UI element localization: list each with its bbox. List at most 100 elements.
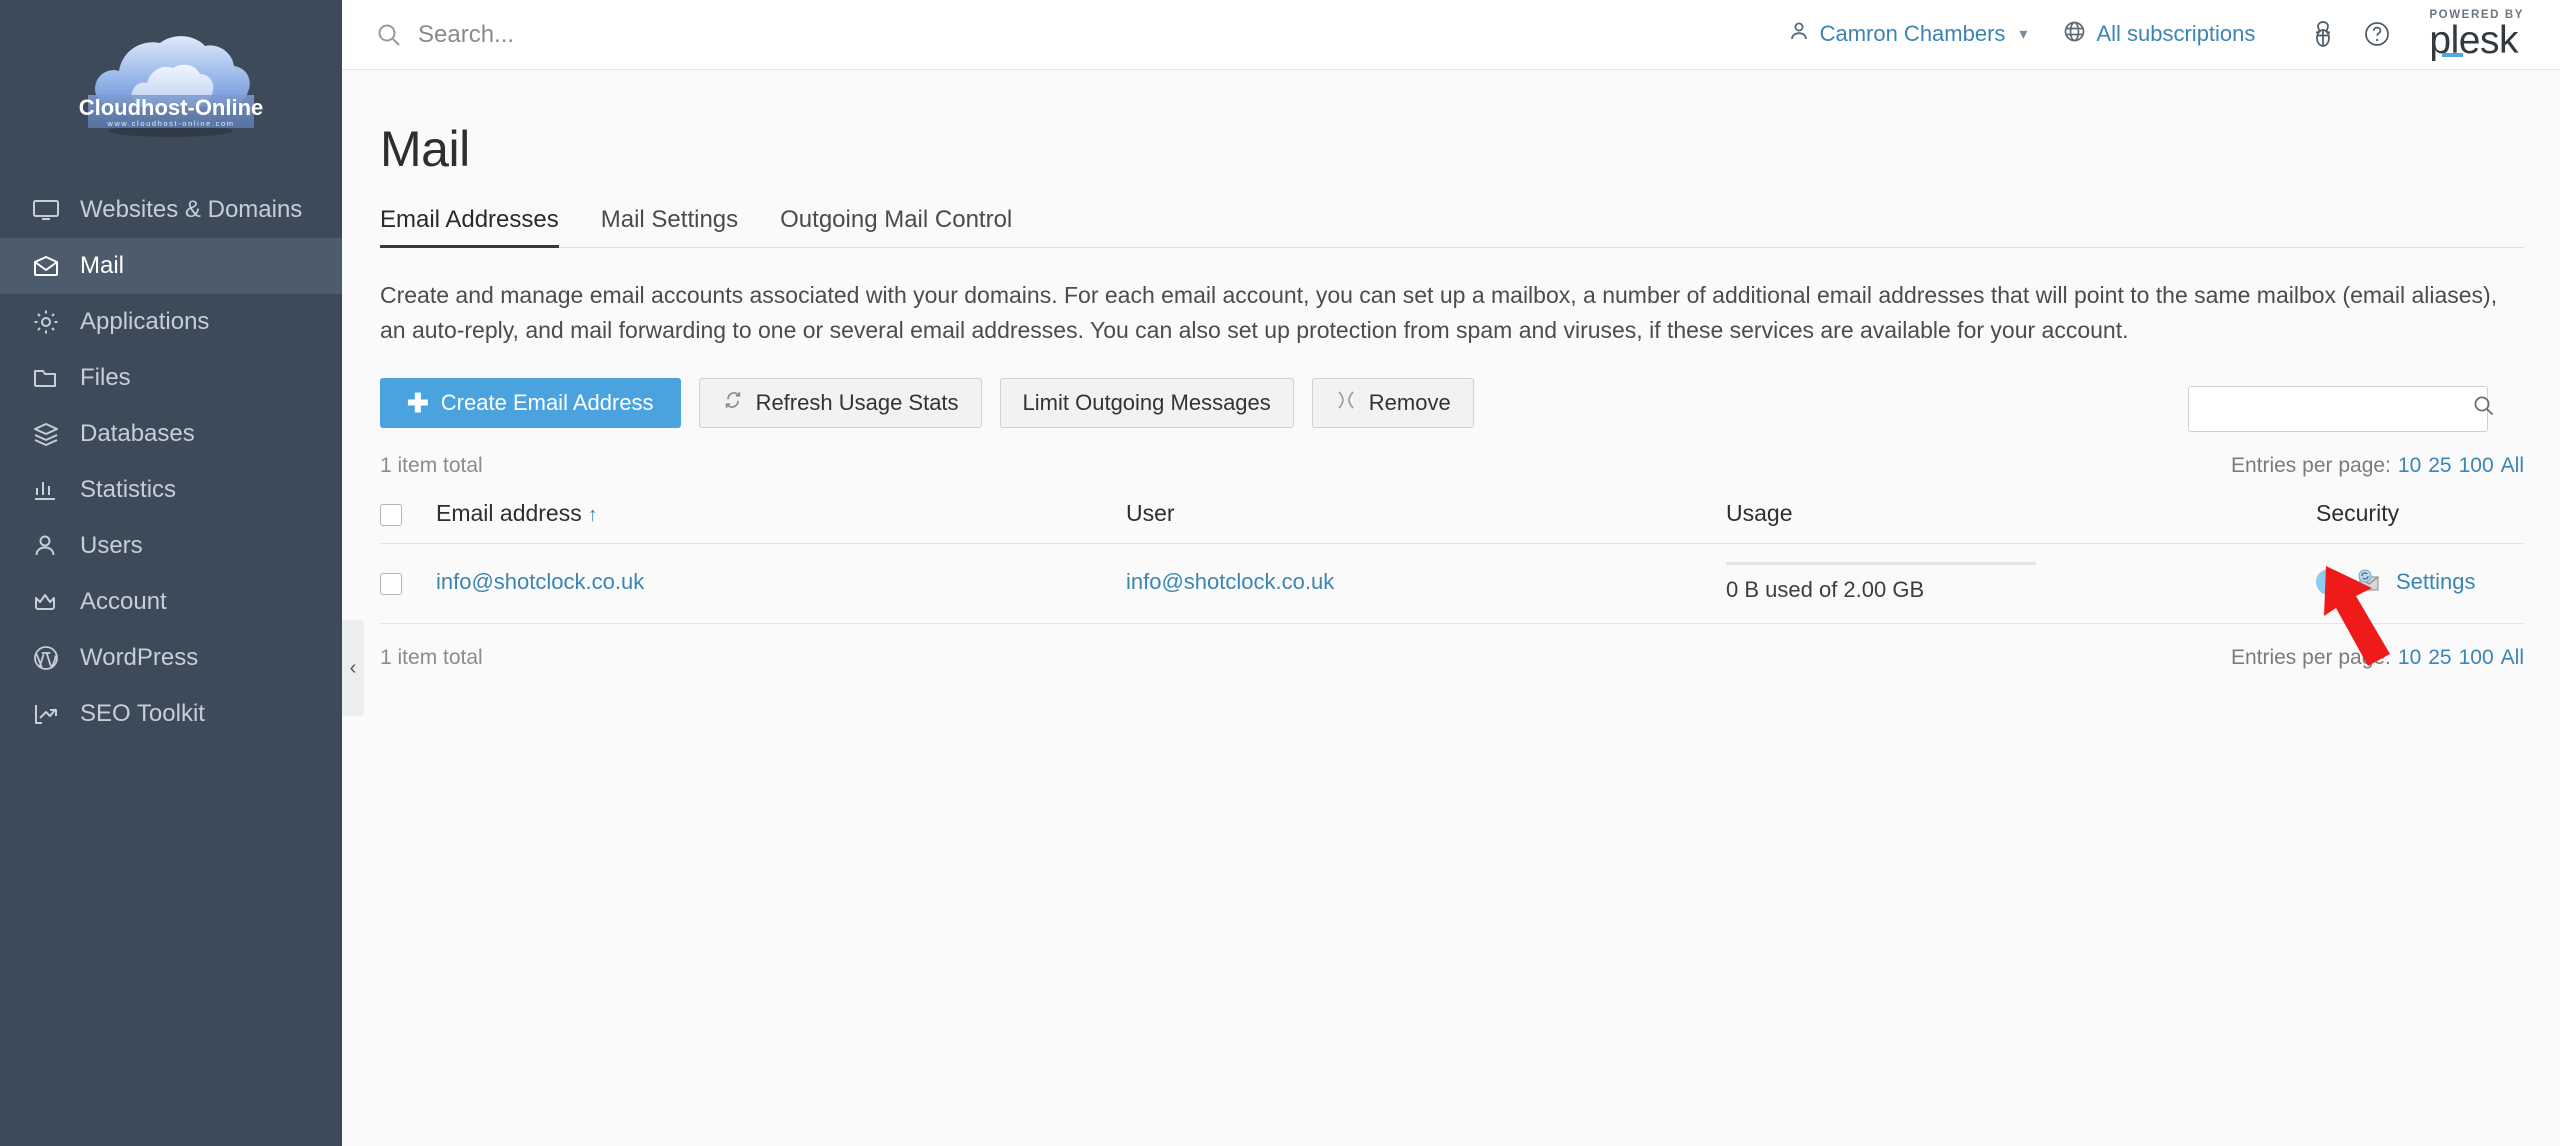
sidebar-item-label: Databases	[80, 420, 195, 447]
table-body: info@shotclock.co.uk info@shotclock.co.u…	[380, 543, 2524, 666]
globe-icon	[2063, 20, 2086, 49]
remove-x-icon	[1335, 389, 1357, 417]
entries-option-100[interactable]: 100	[2459, 646, 2494, 669]
create-email-address-label: Create Email Address	[440, 389, 654, 415]
create-email-address-button[interactable]: ✚ Create Email Address	[380, 377, 681, 428]
extensions-icon[interactable]	[2301, 12, 2345, 56]
entries-option-25[interactable]: 25	[2428, 454, 2451, 477]
row-checkbox[interactable]	[380, 572, 402, 595]
svg-text:Cloudhost-Online: Cloudhost-Online	[79, 95, 264, 120]
entries-option-all[interactable]: All	[2501, 454, 2524, 477]
user-link[interactable]: info@shotclock.co.uk	[1126, 569, 1334, 594]
search-icon[interactable]	[2472, 394, 2496, 423]
sidebar-item-websites-domains[interactable]: Websites & Domains	[0, 182, 342, 238]
sidebar-item-label: WordPress	[80, 644, 199, 671]
search-input[interactable]	[418, 20, 918, 49]
plus-icon: ✚	[407, 387, 429, 418]
bar-chart-icon	[28, 475, 64, 505]
user-menu[interactable]: Camron Chambers ▾	[1788, 20, 2028, 48]
entries-per-page-bottom: Entries per page: 10 25 100 All	[2231, 646, 2524, 670]
table-head: Email address ↑ User Usage Security	[380, 489, 2524, 544]
table-search[interactable]	[2188, 385, 2494, 432]
sidebar-item-label: Statistics	[80, 476, 177, 503]
entries-option-25[interactable]: 25	[2428, 646, 2451, 669]
page-tabs: Email Addresses Mail Settings Outgoing M…	[380, 206, 2524, 248]
sidebar-item-files[interactable]: Files	[0, 350, 342, 406]
monitor-icon	[28, 195, 64, 225]
help-icon[interactable]	[2355, 12, 2399, 56]
main-area: Camron Chambers ▾ All subscriptions	[342, 0, 2560, 1146]
cloud-logo-svg: Cloudhost-Online www.cloudhost-online.co…	[79, 36, 264, 137]
row-email-cell: info@shotclock.co.uk	[436, 543, 1126, 624]
sidebar-item-databases[interactable]: Databases	[0, 406, 342, 462]
sidebar-nav: Websites & Domains Mail Applications Fil…	[0, 182, 342, 742]
email-address-link[interactable]: info@shotclock.co.uk	[436, 569, 644, 594]
page-description: Create and manage email accounts associa…	[380, 282, 2498, 343]
tab-mail-settings[interactable]: Mail Settings	[601, 206, 738, 247]
all-subscriptions-link[interactable]: All subscriptions	[2063, 20, 2255, 49]
database-stack-icon	[28, 419, 64, 449]
sidebar-item-label: Mail	[80, 252, 125, 279]
column-usage[interactable]: Usage	[1726, 489, 2316, 544]
entries-option-100[interactable]: 100	[2459, 454, 2494, 477]
item-total-top: 1 item total	[380, 453, 483, 477]
remove-label: Remove	[1368, 389, 1451, 415]
sidebar-item-mail[interactable]: Mail	[0, 238, 342, 294]
plesk-underline-accent	[2442, 53, 2464, 58]
entries-per-page-top: Entries per page: 10 25 100 All	[2231, 454, 2524, 478]
top-bar: Camron Chambers ▾ All subscriptions	[342, 0, 2560, 70]
refresh-usage-stats-button[interactable]: Refresh Usage Stats	[698, 377, 982, 428]
svg-text:www.cloudhost-online.com: www.cloudhost-online.com	[106, 119, 234, 128]
table-search-input[interactable]	[2201, 396, 2472, 421]
mail-sync-icon[interactable]	[2354, 569, 2384, 595]
remove-button[interactable]: Remove	[1311, 377, 1474, 428]
item-total-bottom: 1 item total	[380, 645, 483, 669]
entries-option-10[interactable]: 10	[2398, 454, 2421, 477]
sidebar-item-label: Applications	[80, 308, 210, 335]
user-icon	[1788, 20, 1810, 48]
list-meta-bottom: 1 item total Entries per page: 10 25 100 All	[380, 646, 2524, 670]
row-select-cell	[380, 543, 436, 624]
select-all-checkbox[interactable]	[380, 503, 402, 526]
security-actions: i Settings	[2316, 569, 2524, 596]
trending-up-icon	[28, 699, 64, 729]
info-icon[interactable]: i	[2316, 569, 2342, 596]
column-security[interactable]: Security	[2316, 489, 2524, 544]
limit-outgoing-messages-button[interactable]: Limit Outgoing Messages	[999, 377, 1294, 428]
sidebar-item-applications[interactable]: Applications	[0, 294, 342, 350]
global-search[interactable]	[376, 20, 1788, 49]
column-user[interactable]: User	[1126, 489, 1726, 544]
entries-option-all[interactable]: All	[2501, 646, 2524, 669]
sidebar-item-users[interactable]: Users	[0, 518, 342, 574]
column-email-address[interactable]: Email address ↑	[436, 489, 1126, 544]
sidebar-item-label: Users	[80, 532, 143, 559]
security-settings-link[interactable]: Settings	[2396, 569, 2476, 595]
person-icon	[28, 531, 64, 561]
sidebar-item-label: Files	[80, 364, 131, 391]
row-usage-cell: 0 B used of 2.00 GB	[1726, 543, 2316, 624]
crown-icon	[28, 587, 64, 617]
usage-text: 0 B used of 2.00 GB	[1726, 576, 1925, 602]
cloudhost-logo-graphic: Cloudhost-Online www.cloudhost-online.co…	[42, 23, 300, 163]
tab-email-addresses[interactable]: Email Addresses	[380, 206, 559, 248]
sidebar-item-seo-toolkit[interactable]: SEO Toolkit	[0, 686, 342, 742]
plesk-wordmark: plesk	[2429, 21, 2518, 60]
sidebar-collapse-toggle[interactable]: ‹	[342, 620, 364, 716]
sidebar-item-label: Account	[80, 588, 167, 615]
entries-option-10[interactable]: 10	[2398, 646, 2421, 669]
chevron-down-icon: ▾	[2019, 26, 2028, 44]
plesk-logo: POWERED BY plesk	[2429, 9, 2524, 60]
gear-icon	[28, 307, 64, 337]
all-subscriptions-label: All subscriptions	[2096, 21, 2256, 47]
brand-logo[interactable]: Cloudhost-Online www.cloudhost-online.co…	[0, 0, 342, 178]
usage-progress-bar	[1726, 561, 2036, 565]
table-header-row: Email address ↑ User Usage Security	[380, 489, 2524, 544]
tab-outgoing-mail-control[interactable]: Outgoing Mail Control	[780, 206, 1012, 247]
limit-outgoing-messages-label: Limit Outgoing Messages	[1022, 389, 1271, 415]
plesk-app-window: Cloudhost-Online www.cloudhost-online.co…	[0, 0, 2560, 1146]
refresh-icon	[722, 389, 744, 417]
sidebar-item-statistics[interactable]: Statistics	[0, 462, 342, 518]
sidebar-item-wordpress[interactable]: WordPress	[0, 630, 342, 686]
mail-sync-glyph	[2358, 569, 2379, 592]
sidebar-item-account[interactable]: Account	[0, 574, 342, 630]
